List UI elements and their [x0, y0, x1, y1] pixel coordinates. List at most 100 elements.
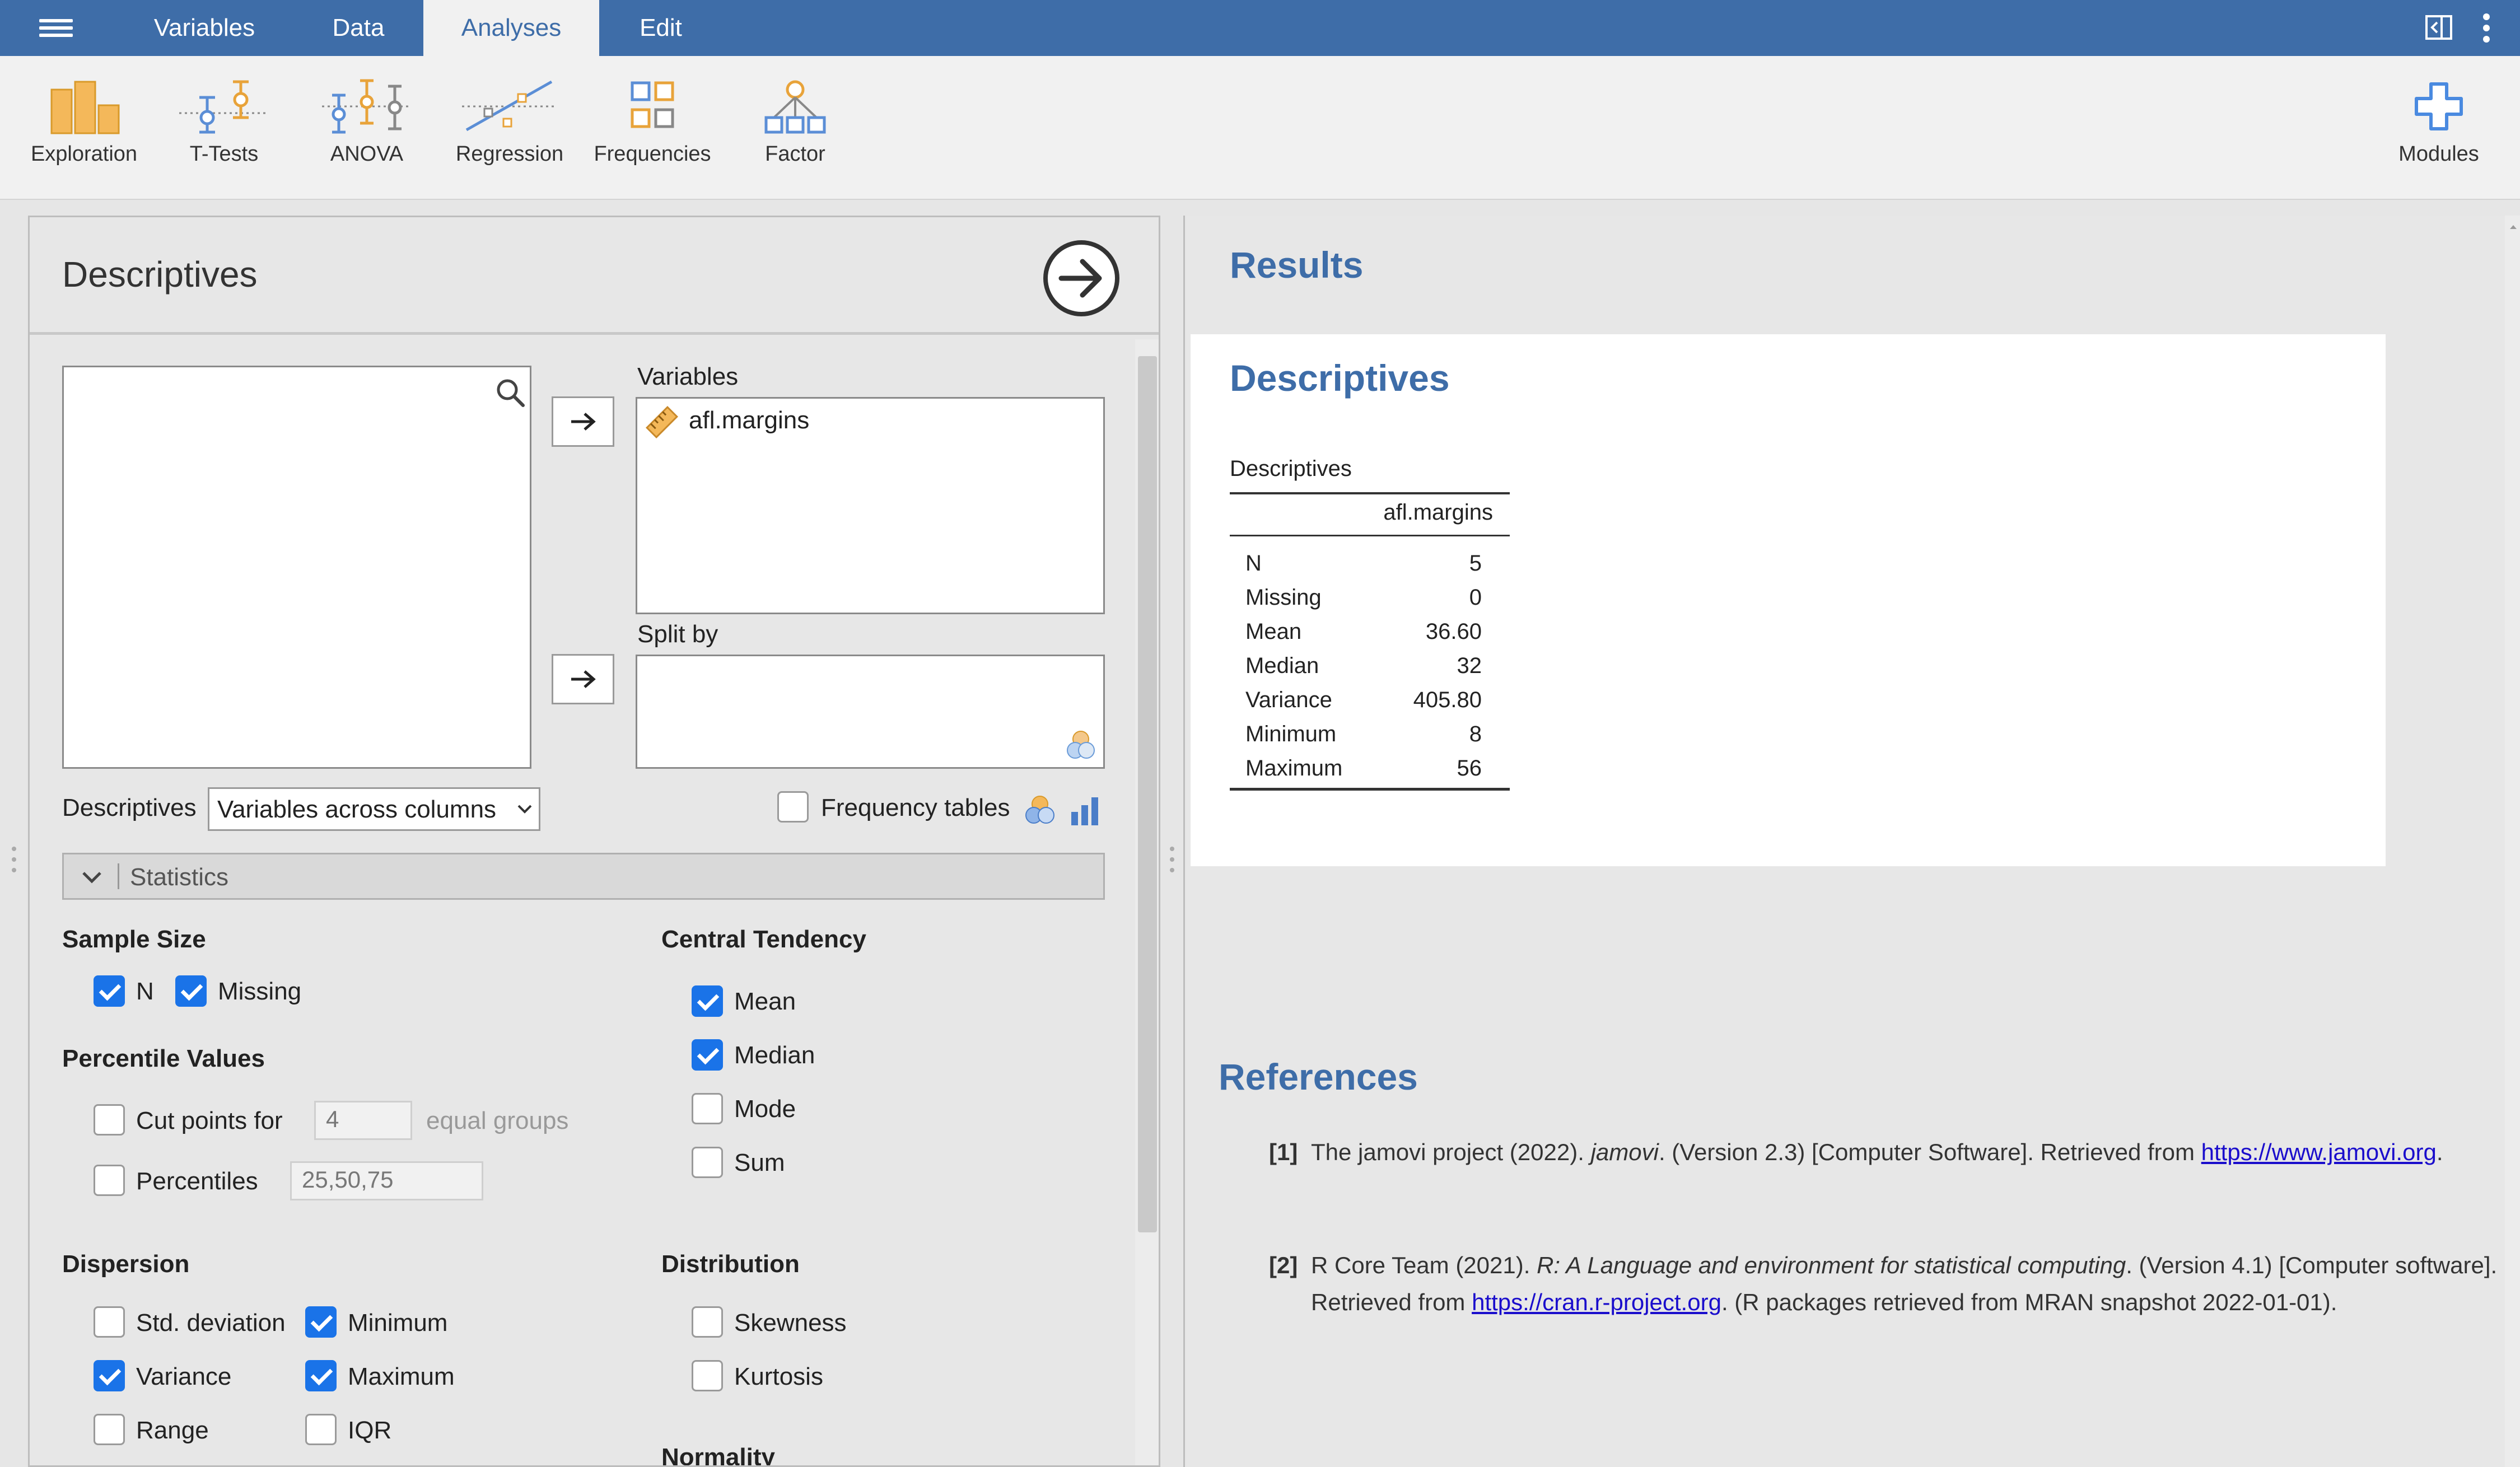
table-row-value: 0: [1469, 585, 1482, 610]
central-tendency-heading: Central Tendency: [661, 926, 866, 953]
statistics-section-title: Statistics: [130, 863, 229, 891]
scroll-up-icon[interactable]: [2509, 223, 2518, 230]
ribbon-modules[interactable]: Modules: [2380, 78, 2498, 174]
plus-icon: [2415, 82, 2463, 130]
mean-checkbox[interactable]: [692, 985, 723, 1017]
ribbon-factor[interactable]: Factor: [734, 78, 857, 174]
ribbon-regression[interactable]: Regression: [448, 78, 571, 174]
bar-chart-icon: [1069, 795, 1100, 826]
table-row-label: Maximum: [1245, 756, 1343, 781]
cut-points-checkbox[interactable]: [94, 1104, 125, 1136]
mode-checkbox[interactable]: [692, 1093, 723, 1124]
t-tests-icon: [179, 80, 269, 134]
scrollbar-thumb[interactable]: [1138, 356, 1157, 1232]
sum-checkbox[interactable]: [692, 1147, 723, 1178]
normality-heading: Normality: [661, 1443, 775, 1467]
table-row-value: 56: [1457, 756, 1482, 781]
move-to-variables-button[interactable]: [552, 396, 614, 447]
frequency-tables-checkbox[interactable]: [777, 791, 809, 823]
variable-item[interactable]: afl.margins: [689, 407, 809, 435]
nominal-variable-icon: [1064, 728, 1098, 761]
reference-item: R Core Team (2021). R: A Language and en…: [1311, 1252, 2498, 1315]
reference-number: [2]: [1269, 1252, 1298, 1278]
variables-label: Variables: [637, 363, 739, 390]
reference-link[interactable]: https://cran.r-project.org: [1472, 1289, 1721, 1315]
header-separator: [118, 863, 119, 889]
ribbon-t-tests[interactable]: T-Tests: [162, 78, 286, 174]
std-deviation-checkbox[interactable]: [94, 1306, 125, 1338]
n-checkbox[interactable]: [94, 975, 125, 1007]
kurtosis-checkbox[interactable]: [692, 1360, 723, 1391]
tab-variables[interactable]: Variables: [129, 0, 280, 56]
run-arrow-icon[interactable]: [1042, 239, 1121, 317]
percentiles-input[interactable]: 25,50,75: [290, 1161, 483, 1200]
hamburger-menu-icon[interactable]: [39, 19, 73, 37]
arrow-right-icon: [571, 413, 596, 431]
available-variables-list[interactable]: [62, 366, 531, 769]
minimum-checkbox[interactable]: [305, 1306, 337, 1338]
variance-checkbox[interactable]: [94, 1360, 125, 1391]
table-caption: Descriptives: [1230, 456, 1352, 481]
maximum-label: Maximum: [348, 1363, 455, 1390]
iqr-label: IQR: [348, 1417, 392, 1444]
tab-analyses[interactable]: Analyses: [423, 0, 599, 56]
table-row-value: 36.60: [1425, 619, 1482, 644]
ruler-continuous-icon: [645, 405, 679, 439]
results-title: Results: [1230, 244, 1364, 286]
table-header-rule: [1230, 535, 1510, 536]
skewness-checkbox[interactable]: [692, 1306, 723, 1338]
options-scrollbar[interactable]: [1135, 339, 1159, 1465]
reference-link[interactable]: https://www.jamovi.org: [2201, 1139, 2437, 1165]
ribbon-exploration[interactable]: Exploration: [17, 78, 151, 174]
missing-checkbox[interactable]: [175, 975, 207, 1007]
layout-select[interactable]: Variables across columns: [208, 787, 540, 831]
ribbon-anova[interactable]: ANOVA: [305, 78, 428, 174]
result-section-title: Descriptives: [1230, 357, 1450, 399]
range-checkbox[interactable]: [94, 1414, 125, 1445]
percentiles-checkbox[interactable]: [94, 1165, 125, 1196]
panel-splitter-handle[interactable]: [1169, 845, 1175, 873]
table-row-value: 5: [1469, 551, 1482, 576]
kurtosis-label: Kurtosis: [734, 1363, 823, 1390]
menubar: Variables Data Analyses Edit: [0, 0, 2520, 56]
options-panel: Descriptives Variables afl.margins Split…: [28, 216, 1160, 1467]
chevron-down-icon: [82, 872, 101, 884]
references-title: References: [1219, 1056, 1418, 1097]
options-title: Descriptives: [62, 254, 258, 295]
ribbon-label: ANOVA: [330, 142, 404, 166]
sample-size-heading: Sample Size: [62, 926, 206, 953]
iqr-checkbox[interactable]: [305, 1414, 337, 1445]
variables-target-list[interactable]: afl.margins: [636, 397, 1105, 614]
mode-label: Mode: [734, 1095, 796, 1123]
title-divider: [30, 332, 1159, 335]
left-splitter-handle[interactable]: [11, 845, 17, 873]
frequencies-icon: [631, 81, 674, 128]
move-to-split-by-button[interactable]: [552, 654, 614, 704]
search-icon[interactable]: [495, 377, 525, 408]
table-row-value: 32: [1457, 653, 1482, 678]
ribbon-label: Exploration: [30, 142, 138, 166]
more-vert-icon[interactable]: [2481, 12, 2492, 44]
sum-label: Sum: [734, 1149, 785, 1176]
ribbon-frequencies[interactable]: Frequencies: [588, 78, 717, 174]
tab-edit[interactable]: Edit: [616, 0, 706, 56]
skewness-label: Skewness: [734, 1309, 847, 1337]
ribbon-label: T-Tests: [189, 142, 259, 166]
descriptives-layout-label: Descriptives: [62, 794, 197, 821]
distribution-heading: Distribution: [661, 1250, 800, 1278]
minimum-label: Minimum: [348, 1309, 448, 1337]
missing-label: Missing: [218, 978, 302, 1005]
factor-icon: [764, 80, 826, 134]
std-deviation-label: Std. deviation: [136, 1309, 286, 1337]
maximum-checkbox[interactable]: [305, 1360, 337, 1391]
split-by-target-list[interactable]: [636, 655, 1105, 769]
table-row-label: Minimum: [1245, 722, 1337, 746]
toggle-panel-icon[interactable]: [2425, 15, 2453, 40]
cut-points-input[interactable]: 4: [314, 1101, 412, 1140]
statistics-section-header[interactable]: Statistics: [62, 853, 1105, 900]
median-checkbox[interactable]: [692, 1039, 723, 1071]
reference-number: [1]: [1269, 1139, 1298, 1165]
anova-icon: [322, 79, 412, 134]
percentile-values-heading: Percentile Values: [62, 1045, 265, 1072]
tab-data[interactable]: Data: [302, 0, 414, 56]
